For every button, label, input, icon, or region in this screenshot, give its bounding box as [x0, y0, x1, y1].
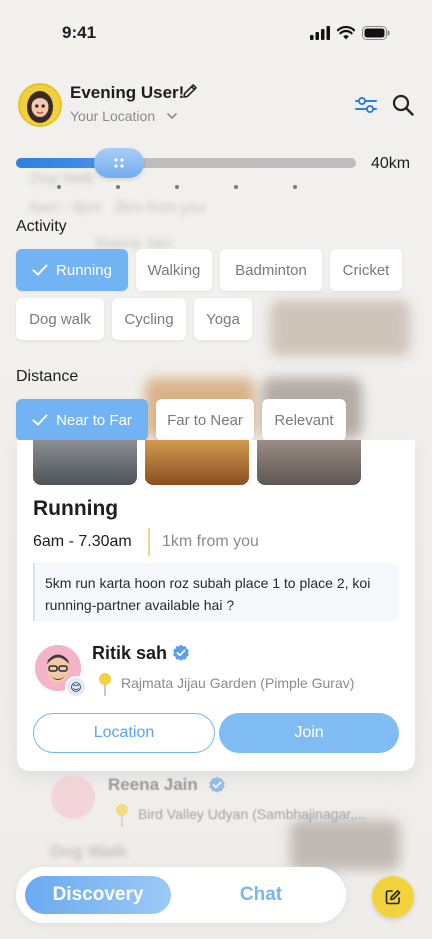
pin-icon — [116, 804, 128, 827]
location-label: Your Location — [70, 108, 156, 124]
card-photo — [257, 440, 361, 485]
location-selector[interactable]: Your Location — [70, 108, 177, 124]
distance-value: 40km — [371, 155, 411, 172]
emoji-badge-icon: 😊 — [65, 676, 87, 698]
chip-label: Cricket — [342, 261, 390, 279]
chip-label: Near to Far — [56, 411, 132, 429]
checkmark-icon — [32, 414, 48, 426]
chip-yoga[interactable]: Yoga — [194, 298, 252, 340]
distance-slider-thumb[interactable] — [94, 148, 144, 178]
search-icon[interactable] — [392, 94, 414, 116]
slider-tick — [234, 185, 238, 189]
card-photo — [145, 440, 249, 485]
chip-label: Dog walk — [29, 310, 91, 328]
chevron-down-icon — [167, 112, 177, 119]
host-name: Ritik sah — [92, 643, 168, 663]
nav-discovery-tab[interactable]: Discovery — [25, 876, 171, 914]
user-name: Evening User! — [70, 83, 185, 102]
card-title: Running — [33, 497, 119, 520]
activity-card[interactable]: Running 6am - 7.30am 1km from you 5km ru… — [17, 440, 415, 771]
compose-icon — [385, 890, 401, 905]
join-button[interactable]: Join — [219, 713, 399, 753]
filter-icon[interactable] — [355, 96, 377, 114]
chip-label: Cycling — [124, 310, 174, 328]
ghost-text: Dog Walk — [30, 170, 95, 187]
slider-tick — [57, 185, 61, 189]
next-host-location: Bird Valley Udyan (Sambhajinagar,... — [138, 806, 366, 822]
slider-tick — [175, 185, 179, 189]
distance-slider-track[interactable] — [16, 158, 356, 168]
card-distance: 1km from you — [162, 533, 259, 550]
host-location: Rajmata Jijau Garden (Pimple Gurav) — [121, 675, 355, 691]
chip-far-to-near[interactable]: Far to Near — [156, 399, 254, 441]
divider — [148, 528, 150, 556]
signal-icon — [310, 26, 330, 40]
chip-label: Walking — [147, 261, 201, 279]
ghost-text: 6am - 8pm 2km from you — [30, 199, 206, 216]
nav-chat-tab[interactable]: Chat — [216, 876, 306, 914]
chip-label: Yoga — [206, 310, 240, 328]
user-avatar[interactable] — [18, 83, 62, 127]
card-photo — [33, 440, 137, 485]
wifi-icon — [337, 26, 355, 40]
chip-label: Running — [56, 261, 112, 279]
next-host-name: Reena Jain — [108, 775, 198, 794]
status-bar: 9:41 — [0, 18, 432, 50]
chip-label: Far to Near — [167, 411, 243, 429]
chip-near-to-far[interactable]: Near to Far — [16, 399, 148, 441]
card-description: 5km run karta hoon roz subah place 1 to … — [33, 563, 399, 621]
next-host-avatar[interactable] — [51, 775, 95, 819]
slider-tick — [293, 185, 297, 189]
location-button[interactable]: Location — [33, 713, 215, 753]
chip-label: Badminton — [235, 261, 307, 279]
screen: Dog Walk 6am - 8pm 2km from you Reena Ja… — [0, 0, 432, 939]
chip-walking[interactable]: Walking — [136, 249, 212, 291]
card-time: 6am - 7.30am — [33, 533, 132, 550]
next-card-title: Dog Walk — [50, 842, 127, 861]
battery-icon — [362, 26, 390, 40]
edit-pencil-icon[interactable] — [181, 82, 199, 100]
compose-button[interactable] — [372, 876, 414, 918]
chip-cycling[interactable]: Cycling — [112, 298, 186, 340]
status-time: 9:41 — [62, 23, 97, 42]
pin-icon — [99, 673, 111, 696]
drag-handle-icon — [114, 158, 124, 168]
chip-label: Relevant — [274, 411, 334, 429]
bottom-nav: Discovery Chat — [16, 867, 346, 923]
chip-cricket[interactable]: Cricket — [330, 249, 402, 291]
chip-badminton[interactable]: Badminton — [220, 249, 322, 291]
activity-label: Activity — [16, 218, 67, 235]
slider-tick — [116, 185, 120, 189]
status-icons — [310, 26, 390, 40]
ghost-photo — [290, 820, 400, 870]
checkmark-icon — [32, 264, 48, 276]
chip-dog-walk[interactable]: Dog walk — [16, 298, 104, 340]
ghost-photo — [270, 300, 410, 356]
verified-icon — [209, 776, 225, 793]
chip-relevant[interactable]: Relevant — [262, 399, 346, 441]
avatar-face-icon — [20, 85, 60, 125]
verified-icon — [173, 644, 189, 661]
distance-label: Distance — [16, 368, 79, 385]
chip-running[interactable]: Running — [16, 249, 128, 291]
